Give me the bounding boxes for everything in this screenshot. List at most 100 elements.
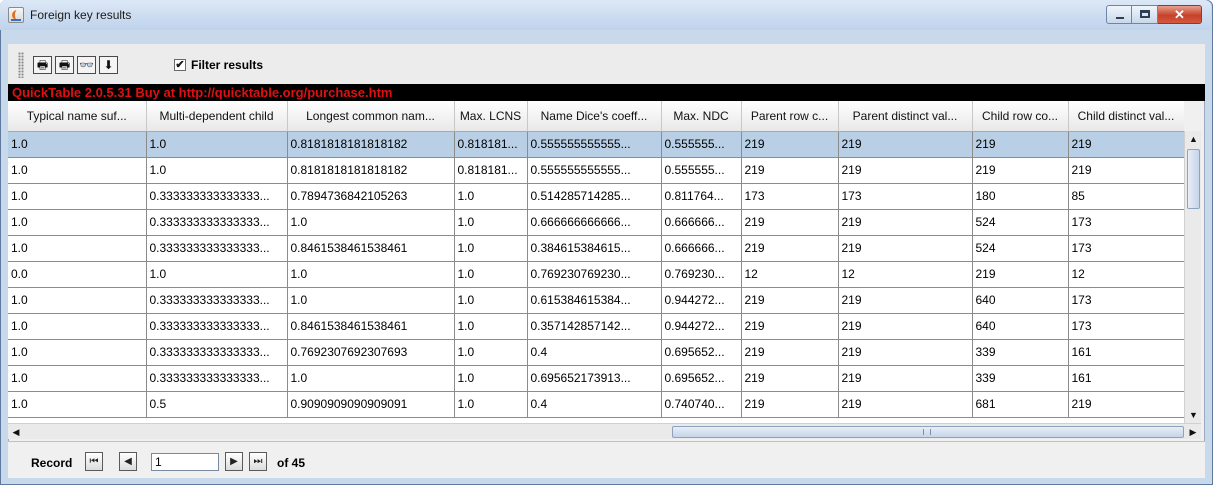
table-cell[interactable]: 0.769230...: [661, 261, 742, 288]
table-cell[interactable]: 0.944272...: [661, 313, 742, 340]
table-cell[interactable]: 173: [741, 183, 839, 210]
table-cell[interactable]: 524: [972, 235, 1069, 262]
table-cell[interactable]: 173: [1068, 313, 1184, 340]
column-header[interactable]: Name Dice's coeff...: [527, 101, 662, 132]
table-cell[interactable]: 219: [741, 365, 839, 392]
toolbar-grip-icon[interactable]: [18, 52, 24, 78]
table-row[interactable]: 1.0 1.0 0.8181818181818182 0.818181... 0.555…: [8, 131, 1184, 158]
table-cell[interactable]: 1.0: [8, 365, 147, 392]
column-header[interactable]: Parent distinct val...: [838, 101, 973, 132]
vertical-scroll-thumb[interactable]: [1187, 149, 1200, 209]
column-header[interactable]: Longest common nam...: [287, 101, 455, 132]
table-cell[interactable]: 0.8181818181818182: [287, 157, 455, 184]
table-cell[interactable]: 0.695652...: [661, 339, 742, 366]
table-cell[interactable]: 1.0: [454, 235, 528, 262]
table-cell[interactable]: 0.666666...: [661, 209, 742, 236]
table-cell[interactable]: 161: [1068, 339, 1184, 366]
table-cell[interactable]: 219: [1068, 157, 1184, 184]
record-number-input[interactable]: [151, 453, 219, 471]
table-cell[interactable]: 0.9090909090909091: [287, 391, 455, 418]
table-cell[interactable]: 219: [1068, 391, 1184, 418]
table-cell[interactable]: 1.0: [8, 339, 147, 366]
table-row[interactable]: 1.0 0.5 0.9090909090909091 1.0 0.4 0.740740..…: [8, 391, 1184, 418]
table-cell[interactable]: 1.0: [8, 157, 147, 184]
column-header[interactable]: Child distinct val...: [1068, 101, 1184, 132]
table-cell[interactable]: 173: [838, 183, 973, 210]
table-cell[interactable]: 0.818181...: [454, 131, 528, 158]
export-button[interactable]: ⬇: [99, 56, 118, 74]
table-cell[interactable]: 0.4: [527, 339, 662, 366]
table-cell[interactable]: 524: [972, 209, 1069, 236]
last-record-button[interactable]: ⏭: [249, 452, 267, 471]
table-cell[interactable]: 0.333333333333333...: [146, 183, 288, 210]
table-cell[interactable]: 0.615384615384...: [527, 287, 662, 314]
table-cell[interactable]: 12: [741, 261, 839, 288]
table-cell[interactable]: 12: [838, 261, 973, 288]
table-row[interactable]: 1.0 0.333333333333333... 1.0 1.0 0.695652173…: [8, 365, 1184, 392]
table-cell[interactable]: 219: [838, 339, 973, 366]
table-cell[interactable]: 0.944272...: [661, 287, 742, 314]
table-cell[interactable]: 12: [1068, 261, 1184, 288]
table-cell[interactable]: 219: [838, 365, 973, 392]
table-cell[interactable]: 0.769230769230...: [527, 261, 662, 288]
table-row[interactable]: 1.0 0.333333333333333... 0.846153846153846…: [8, 235, 1184, 262]
first-record-button[interactable]: ⏮: [85, 452, 103, 471]
table-cell[interactable]: 219: [838, 235, 973, 262]
table-cell[interactable]: 0.8461538461538461: [287, 235, 455, 262]
minimize-button[interactable]: [1106, 5, 1132, 24]
table-cell[interactable]: 1.0: [8, 209, 147, 236]
table-cell[interactable]: 0.666666...: [661, 235, 742, 262]
table-cell[interactable]: 0.811764...: [661, 183, 742, 210]
column-header[interactable]: Child row co...: [972, 101, 1069, 132]
table-cell[interactable]: 1.0: [146, 131, 288, 158]
table-row[interactable]: 1.0 0.333333333333333... 0.789473684210526…: [8, 183, 1184, 210]
table-cell[interactable]: 219: [741, 391, 839, 418]
table-cell[interactable]: 339: [972, 339, 1069, 366]
table-cell[interactable]: 0.555555...: [661, 157, 742, 184]
find-button[interactable]: 👓: [77, 56, 96, 74]
table-cell[interactable]: 1.0: [8, 391, 147, 418]
next-record-button[interactable]: ▶: [225, 452, 243, 471]
table-cell[interactable]: 219: [741, 339, 839, 366]
table-cell[interactable]: 0.0: [8, 261, 147, 288]
table-cell[interactable]: 219: [972, 131, 1069, 158]
table-row[interactable]: 0.0 1.0 1.0 1.0 0.769230769230... 0.769230...…: [8, 261, 1184, 288]
table-cell[interactable]: 0.8181818181818182: [287, 131, 455, 158]
column-header[interactable]: Parent row c...: [741, 101, 839, 132]
print-preview-button[interactable]: 🖶: [55, 56, 74, 74]
table-cell[interactable]: 0.333333333333333...: [146, 235, 288, 262]
table-cell[interactable]: 640: [972, 313, 1069, 340]
column-header[interactable]: Multi-dependent child: [146, 101, 288, 132]
table-cell[interactable]: 681: [972, 391, 1069, 418]
table-cell[interactable]: 640: [972, 287, 1069, 314]
table-cell[interactable]: 0.7692307692307693: [287, 339, 455, 366]
horizontal-scrollbar[interactable]: ◀ ▶: [8, 423, 1201, 439]
table-cell[interactable]: 0.7894736842105263: [287, 183, 455, 210]
table-cell[interactable]: 1.0: [454, 365, 528, 392]
table-cell[interactable]: 219: [741, 209, 839, 236]
scroll-up-icon[interactable]: ▲: [1185, 131, 1202, 147]
table-cell[interactable]: 0.555555...: [661, 131, 742, 158]
table-cell[interactable]: 219: [741, 157, 839, 184]
horizontal-scroll-thumb[interactable]: [672, 426, 1184, 438]
table-cell[interactable]: 1.0: [454, 287, 528, 314]
table-row[interactable]: 1.0 0.333333333333333... 1.0 1.0 0.615384615…: [8, 287, 1184, 314]
table-cell[interactable]: 0.4: [527, 391, 662, 418]
table-cell[interactable]: 219: [838, 391, 973, 418]
table-cell[interactable]: 1.0: [146, 157, 288, 184]
table-cell[interactable]: 0.333333333333333...: [146, 339, 288, 366]
table-cell[interactable]: 1.0: [8, 235, 147, 262]
table-cell[interactable]: 0.555555555555...: [527, 131, 662, 158]
filter-results-label[interactable]: Filter results: [191, 58, 263, 72]
maximize-button[interactable]: [1132, 5, 1158, 24]
table-cell[interactable]: 161: [1068, 365, 1184, 392]
scroll-left-icon[interactable]: ◀: [8, 424, 24, 440]
table-cell[interactable]: 219: [838, 209, 973, 236]
close-button[interactable]: ✕: [1158, 5, 1202, 24]
table-cell[interactable]: 0.514285714285...: [527, 183, 662, 210]
table-cell[interactable]: 173: [1068, 235, 1184, 262]
table-cell[interactable]: 0.333333333333333...: [146, 209, 288, 236]
table-cell[interactable]: 1.0: [454, 261, 528, 288]
table-row[interactable]: 1.0 0.333333333333333... 0.769230769230769…: [8, 339, 1184, 366]
table-cell[interactable]: 180: [972, 183, 1069, 210]
